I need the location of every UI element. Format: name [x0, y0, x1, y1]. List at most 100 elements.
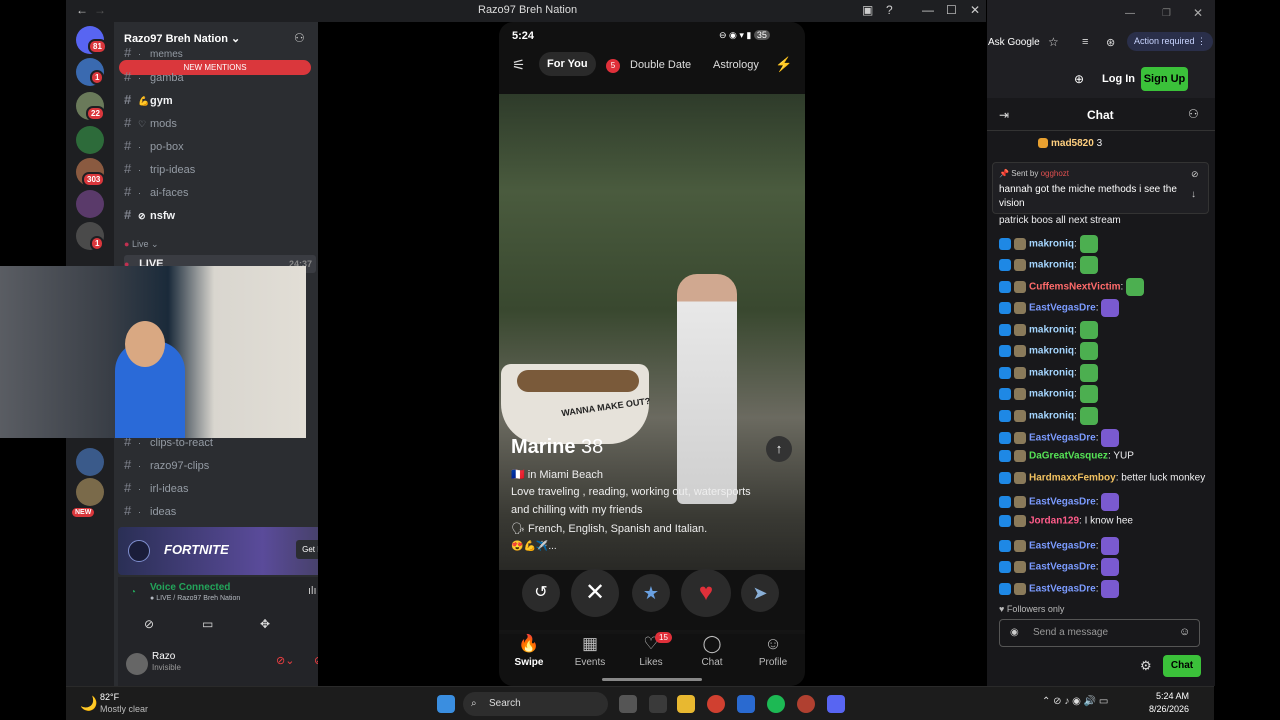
login-button[interactable]: Log In: [1102, 73, 1135, 85]
chat-username[interactable]: makroniq: [1029, 411, 1074, 422]
help-icon[interactable]: ?: [886, 3, 893, 17]
users-icon[interactable]: ⚇: [1188, 107, 1199, 121]
pinned-message[interactable]: 📌 Sent by ogghozt ⊘ hannah got the miche…: [992, 162, 1209, 214]
weather-icon[interactable]: 🌙: [80, 695, 97, 712]
camera-off-icon[interactable]: ⊘: [144, 617, 154, 631]
close-icon[interactable]: ✕: [1193, 6, 1203, 20]
globe-icon[interactable]: ⊕: [1074, 72, 1084, 86]
add-friend-icon[interactable]: ⚇: [294, 31, 305, 45]
chat-username[interactable]: makroniq: [1029, 389, 1074, 400]
voice-channel-name[interactable]: ● LIVE / Razo97 Breh Nation: [150, 595, 240, 602]
channel-irl-ideas[interactable]: # · irl-ideas: [124, 479, 189, 497]
chrome-icon[interactable]: [707, 695, 725, 713]
rewind-button[interactable]: ↺: [522, 574, 560, 612]
chat-username[interactable]: makroniq: [1029, 239, 1074, 250]
expand-icon[interactable]: ↓: [1191, 189, 1196, 200]
boost-button[interactable]: ➤: [741, 574, 779, 612]
chat-username[interactable]: EastVegasDre: [1029, 584, 1096, 595]
spotify-icon[interactable]: [767, 695, 785, 713]
nav-events[interactable]: ▦ Events: [565, 634, 615, 668]
tab-double-date[interactable]: Double Date: [630, 59, 691, 71]
chat-username[interactable]: makroniq: [1029, 260, 1074, 271]
file-explorer-icon[interactable]: [677, 695, 695, 713]
chat-username[interactable]: makroniq: [1029, 325, 1074, 336]
nav-profile[interactable]: ☺ Profile: [748, 634, 798, 668]
minimize-icon[interactable]: —: [922, 3, 934, 17]
filter-icon[interactable]: ⚟: [512, 56, 525, 74]
channel-trip-ideas[interactable]: # · trip-ideas: [124, 160, 195, 178]
send-message-input[interactable]: ◉ Send a message ☺: [999, 619, 1200, 647]
app-icon[interactable]: [649, 695, 667, 713]
chat-username[interactable]: HardmaxxFemboy: [1029, 473, 1116, 484]
nav-swipe[interactable]: 🔥 Swipe: [504, 634, 554, 668]
screen-share-icon[interactable]: ▭: [202, 617, 213, 631]
channel-gamba[interactable]: # · gamba: [124, 68, 184, 86]
task-view-icon[interactable]: [619, 695, 637, 713]
close-icon[interactable]: ✕: [970, 3, 980, 17]
like-button[interactable]: ♥: [681, 569, 731, 617]
photos-icon[interactable]: [737, 695, 755, 713]
profile-photo[interactable]: WANNA MAKE OUT? ↑ Marine 38 🇫🇷 in Miami …: [499, 94, 805, 634]
signup-button[interactable]: Sign Up: [1141, 67, 1188, 91]
tab-astrology[interactable]: Astrology: [713, 59, 759, 71]
chat-username[interactable]: CuffemsNextVictim: [1029, 282, 1121, 293]
channel-ai-faces[interactable]: # · ai-faces: [124, 183, 189, 201]
channel-razo97-clips[interactable]: # · razo97-clips: [124, 456, 209, 474]
spark-icon[interactable]: ⚡: [775, 56, 792, 73]
chat-username[interactable]: EastVegasDre: [1029, 562, 1096, 573]
emote-picker-icon[interactable]: ☺: [1179, 626, 1190, 638]
profile-icon[interactable]: ⊛: [1106, 36, 1115, 49]
chrome-profile-icon[interactable]: [797, 695, 815, 713]
chat-settings-icon[interactable]: ⚙: [1140, 658, 1152, 674]
action-required-button[interactable]: Action required ⋮: [1127, 32, 1214, 51]
streamer-head: [125, 321, 165, 367]
server-icon[interactable]: [76, 190, 104, 218]
tab-for-you[interactable]: For You: [539, 52, 596, 76]
forward-arrow-icon[interactable]: →: [94, 3, 106, 17]
chat-username[interactable]: DaGreatVasquez: [1029, 451, 1108, 462]
chat-username[interactable]: makroniq: [1029, 346, 1074, 357]
reading-list-icon[interactable]: ≡: [1082, 36, 1088, 48]
bits-icon[interactable]: ◉: [1010, 627, 1019, 638]
server-icon[interactable]: [76, 126, 104, 154]
noise-suppression-icon[interactable]: ılı: [308, 585, 317, 597]
channel-mods[interactable]: # ♡ mods: [124, 114, 177, 132]
chat-username[interactable]: EastVegasDre: [1029, 541, 1096, 552]
maximize-icon[interactable]: ☐: [946, 3, 957, 17]
avatar[interactable]: [126, 653, 148, 675]
server-icon[interactable]: [76, 448, 104, 476]
restore-icon[interactable]: ❐: [1162, 8, 1171, 19]
chat-username[interactable]: EastVegasDre: [1029, 303, 1096, 314]
chat-send-button[interactable]: Chat: [1163, 655, 1201, 677]
mute-icon[interactable]: ⊘⌄: [276, 654, 294, 667]
ask-google-button[interactable]: Ask Google: [988, 37, 1040, 48]
chat-message: EastVegasDre:: [999, 299, 1120, 317]
channel-gym[interactable]: # 💪gym: [124, 91, 173, 109]
channel-nsfw[interactable]: # ⊘ nsfw: [124, 206, 175, 224]
discord-icon[interactable]: [827, 695, 845, 713]
chat-username[interactable]: EastVegasDre: [1029, 433, 1096, 444]
start-icon[interactable]: [437, 695, 455, 713]
nope-button[interactable]: ✕: [571, 569, 619, 617]
chat-username[interactable]: makroniq: [1029, 368, 1074, 379]
tray-icons[interactable]: ⌃ ⊘ ♪ ◉ 🔊 ▭: [1042, 696, 1108, 707]
taskbar-search[interactable]: ⌕ Search: [463, 692, 608, 716]
back-arrow-icon[interactable]: ←: [76, 3, 88, 17]
expand-profile-icon[interactable]: ↑: [766, 436, 792, 462]
pinned-text-1: hannah got the miche methods i see the: [999, 184, 1177, 195]
activities-icon[interactable]: ✥: [260, 617, 270, 631]
server-icon[interactable]: [76, 478, 104, 506]
super-like-button[interactable]: ★: [632, 574, 670, 612]
nav-chat[interactable]: ◯ Chat: [687, 634, 737, 668]
hide-icon[interactable]: ⊘: [1191, 169, 1199, 180]
inbox-icon[interactable]: ▣: [862, 3, 873, 17]
channel-ideas[interactable]: # · ideas: [124, 502, 176, 520]
chat-username[interactable]: EastVegasDre: [1029, 497, 1096, 508]
minimize-icon[interactable]: —: [1125, 8, 1135, 19]
chat-username[interactable]: Jordan129: [1029, 516, 1079, 527]
channel-po-box[interactable]: # · po-box: [124, 137, 184, 155]
category-live[interactable]: ● Live ⌄: [124, 235, 159, 253]
home-indicator[interactable]: [602, 678, 702, 681]
bookmark-star-icon[interactable]: ☆: [1048, 35, 1059, 49]
collapse-chat-icon[interactable]: ⇥: [999, 108, 1009, 122]
